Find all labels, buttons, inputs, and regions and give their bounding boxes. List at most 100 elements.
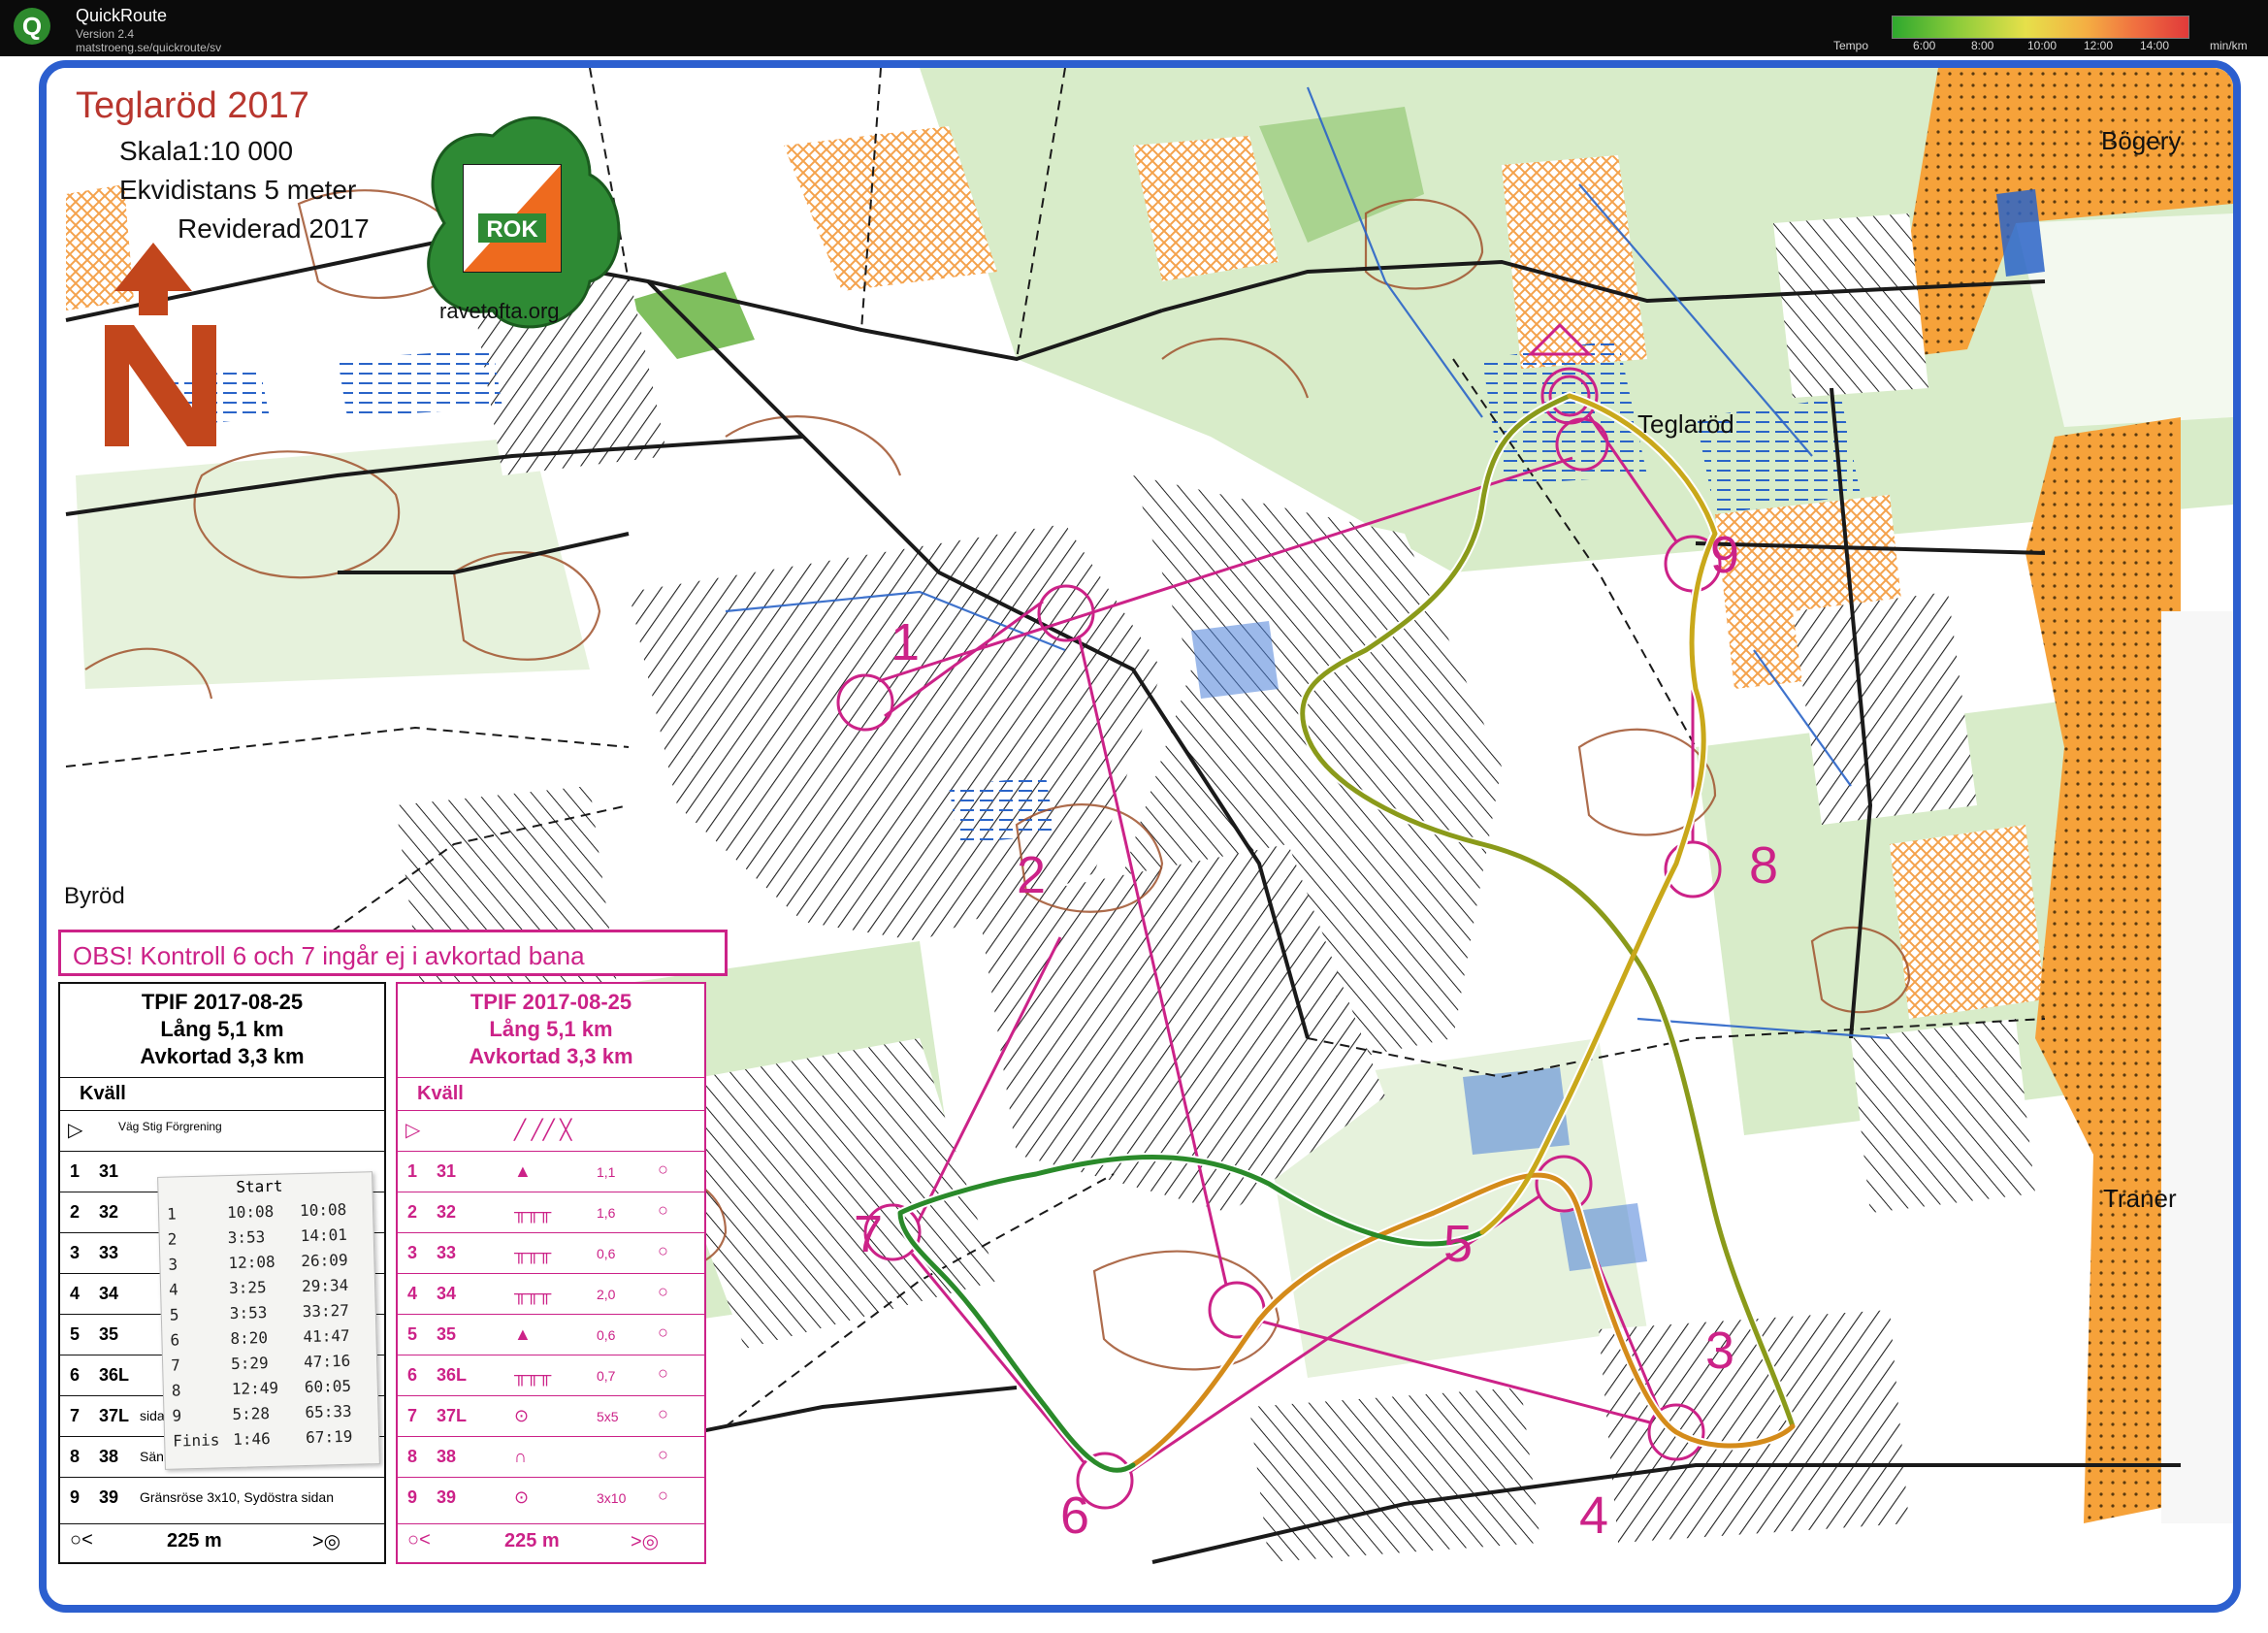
card-row-dimension: 5x5	[597, 1409, 619, 1424]
app-version: Version 2.4	[76, 27, 135, 41]
card-row-code: 35	[99, 1324, 119, 1344]
slip-split: 8:20	[230, 1328, 269, 1349]
card-row-code: 34	[99, 1284, 119, 1303]
map-contour-interval: Ekvidistans 5 meter	[119, 175, 357, 205]
notice-text: OBS! Kontroll 6 och 7 ingår ej i avkorta…	[73, 941, 585, 970]
card-row-feature-symbol: ╥╥╥	[514, 1202, 552, 1222]
slip-control: 7	[170, 1355, 181, 1375]
card-row-dimension: 2,0	[597, 1287, 616, 1302]
card-row: 9 39 ⊙ 3x10 ○	[398, 1477, 704, 1519]
card-row: 1 31 ▲ 1,1 ○	[398, 1151, 704, 1192]
tempo-tick: 12:00	[2084, 39, 2114, 52]
card-row-code: 36L	[99, 1365, 130, 1385]
card-row: 6 36L ╥╥╥ 0,7 ○	[398, 1355, 704, 1396]
card-row-code: 39	[99, 1487, 119, 1507]
card-row-number: 1	[407, 1161, 418, 1181]
slip-control: 3	[168, 1255, 178, 1274]
start-triangle-icon: ▷	[68, 1120, 83, 1141]
card-row-feature-symbol: ▲	[514, 1161, 532, 1181]
road-path-junction-icon: ╱ ╱╱ ╳	[514, 1120, 572, 1141]
map-title: Teglaröd 2017	[76, 85, 309, 126]
card-row-number: 3	[407, 1243, 418, 1262]
slip-control: 1	[166, 1204, 177, 1224]
slip-total: 41:47	[303, 1325, 350, 1347]
app-url: matstroeng.se/quickroute/sv	[76, 41, 222, 54]
card-row-location-icon: ○	[658, 1445, 668, 1464]
card-row-code: 36L	[437, 1365, 468, 1385]
notice-banner: OBS! Kontroll 6 och 7 ingår ej i avkorta…	[58, 930, 728, 976]
card-row-number: 6	[70, 1365, 81, 1385]
tempo-tick: 10:00	[2027, 39, 2057, 52]
slip-control: 6	[170, 1330, 180, 1350]
card-row-location-icon: ○	[658, 1241, 668, 1260]
slip-total: 33:27	[302, 1300, 350, 1322]
slip-control: 2	[167, 1229, 178, 1249]
card-row-feature-symbol: ⊙	[514, 1406, 530, 1425]
app-title-bar: Q QuickRoute Version 2.4 matstroeng.se/q…	[0, 0, 2268, 56]
card-row-number: 8	[70, 1447, 81, 1466]
slip-split: 3:53	[227, 1227, 266, 1248]
slip-header: Start	[236, 1176, 283, 1196]
orienteering-map[interactable]: 1 2 3 4 5 6 7 8 9 ROK Teglaröd 2017 Skal…	[39, 60, 2241, 1613]
app-name: QuickRoute	[76, 6, 168, 25]
slip-total: 67:19	[305, 1426, 353, 1448]
control-number: 4	[1579, 1486, 1608, 1545]
place-name-traner: Traner	[2103, 1184, 2177, 1213]
card-row-location-icon: ○	[658, 1159, 668, 1179]
tempo-label: Tempo	[1833, 39, 1869, 52]
card-row-feature-symbol: ╥╥╥	[514, 1284, 552, 1303]
card-row: 5 35 ▲ 0,6 ○	[398, 1314, 704, 1355]
map-scale: Skala1:10 000	[119, 136, 294, 166]
slip-control: 8	[171, 1381, 181, 1400]
card-row-number: 5	[70, 1324, 81, 1344]
tempo-tick: 14:00	[2140, 39, 2170, 52]
card-row: 9 39 Gränsröse 3x10, Sydöstra sidan	[60, 1477, 384, 1519]
card-row-number: 5	[407, 1324, 418, 1344]
card-row-code: 31	[437, 1161, 457, 1181]
card-row-feature-symbol: ∩	[514, 1447, 527, 1466]
slip-control: 5	[169, 1305, 179, 1324]
card-row-number: 2	[70, 1202, 81, 1222]
card-row-code: 37L	[99, 1406, 130, 1425]
card-row-code: 34	[437, 1284, 457, 1303]
card-row-number: 7	[407, 1406, 418, 1425]
card-event: TPIF 2017-08-25	[141, 990, 304, 1014]
card-row-code: 32	[437, 1202, 457, 1222]
slip-split: 12:49	[231, 1378, 279, 1399]
place-name-bogeryd: Bögery	[2101, 126, 2182, 155]
slip-total: 26:09	[301, 1250, 348, 1271]
card-row: 8 38 ∩ ○	[398, 1436, 704, 1478]
place-name-byrod: Byröd	[64, 883, 125, 909]
tempo-tick: 8:00	[1971, 39, 1994, 52]
card-row-code: 38	[99, 1447, 119, 1466]
slip-split: 1:46	[232, 1429, 271, 1450]
slip-split: 10:08	[226, 1201, 275, 1223]
split-time-slip: Start 1 10:08 10:08 2 3:53 14:01 3 12:08 26:09 4 3…	[157, 1171, 380, 1470]
card-class: Kväll	[80, 1083, 126, 1104]
card-row-code: 33	[99, 1243, 119, 1262]
slip-control: Finis	[172, 1430, 220, 1451]
card-row-number: 8	[407, 1447, 418, 1466]
control-description-card-magenta: TPIF 2017-08-25 Lång 5,1 km Avkortad 3,3…	[396, 982, 706, 1564]
card-row-number: 9	[407, 1487, 418, 1507]
card-row-location-icon: ○	[658, 1486, 668, 1505]
card-row: 3 33 ╥╥╥ 0,6 ○	[398, 1232, 704, 1274]
card-row-number: 4	[70, 1284, 81, 1303]
slip-split: 3:25	[228, 1278, 267, 1298]
finish-from-icon: ○<	[407, 1529, 431, 1551]
card-row-code: 38	[437, 1447, 457, 1466]
quickroute-q-icon: Q	[14, 8, 50, 45]
card-row-location-icon: ○	[658, 1323, 668, 1342]
card-start-text: Väg Stig Förgrening	[118, 1120, 222, 1133]
card-row-dimension: 0,6	[597, 1327, 616, 1343]
card-row-dimension: 0,7	[597, 1368, 616, 1384]
control-number: 7	[854, 1205, 883, 1263]
card-row-code: 35	[437, 1324, 457, 1344]
card-long: Lång 5,1 km	[160, 1017, 284, 1041]
start-triangle-icon: ▷	[405, 1120, 421, 1141]
card-row-feature-symbol: ╥╥╥	[514, 1365, 552, 1385]
control-number: 1	[891, 613, 920, 671]
card-row-number: 6	[407, 1365, 418, 1385]
card-row-number: 2	[407, 1202, 418, 1222]
card-row: 4 34 ╥╥╥ 2,0 ○	[398, 1273, 704, 1315]
